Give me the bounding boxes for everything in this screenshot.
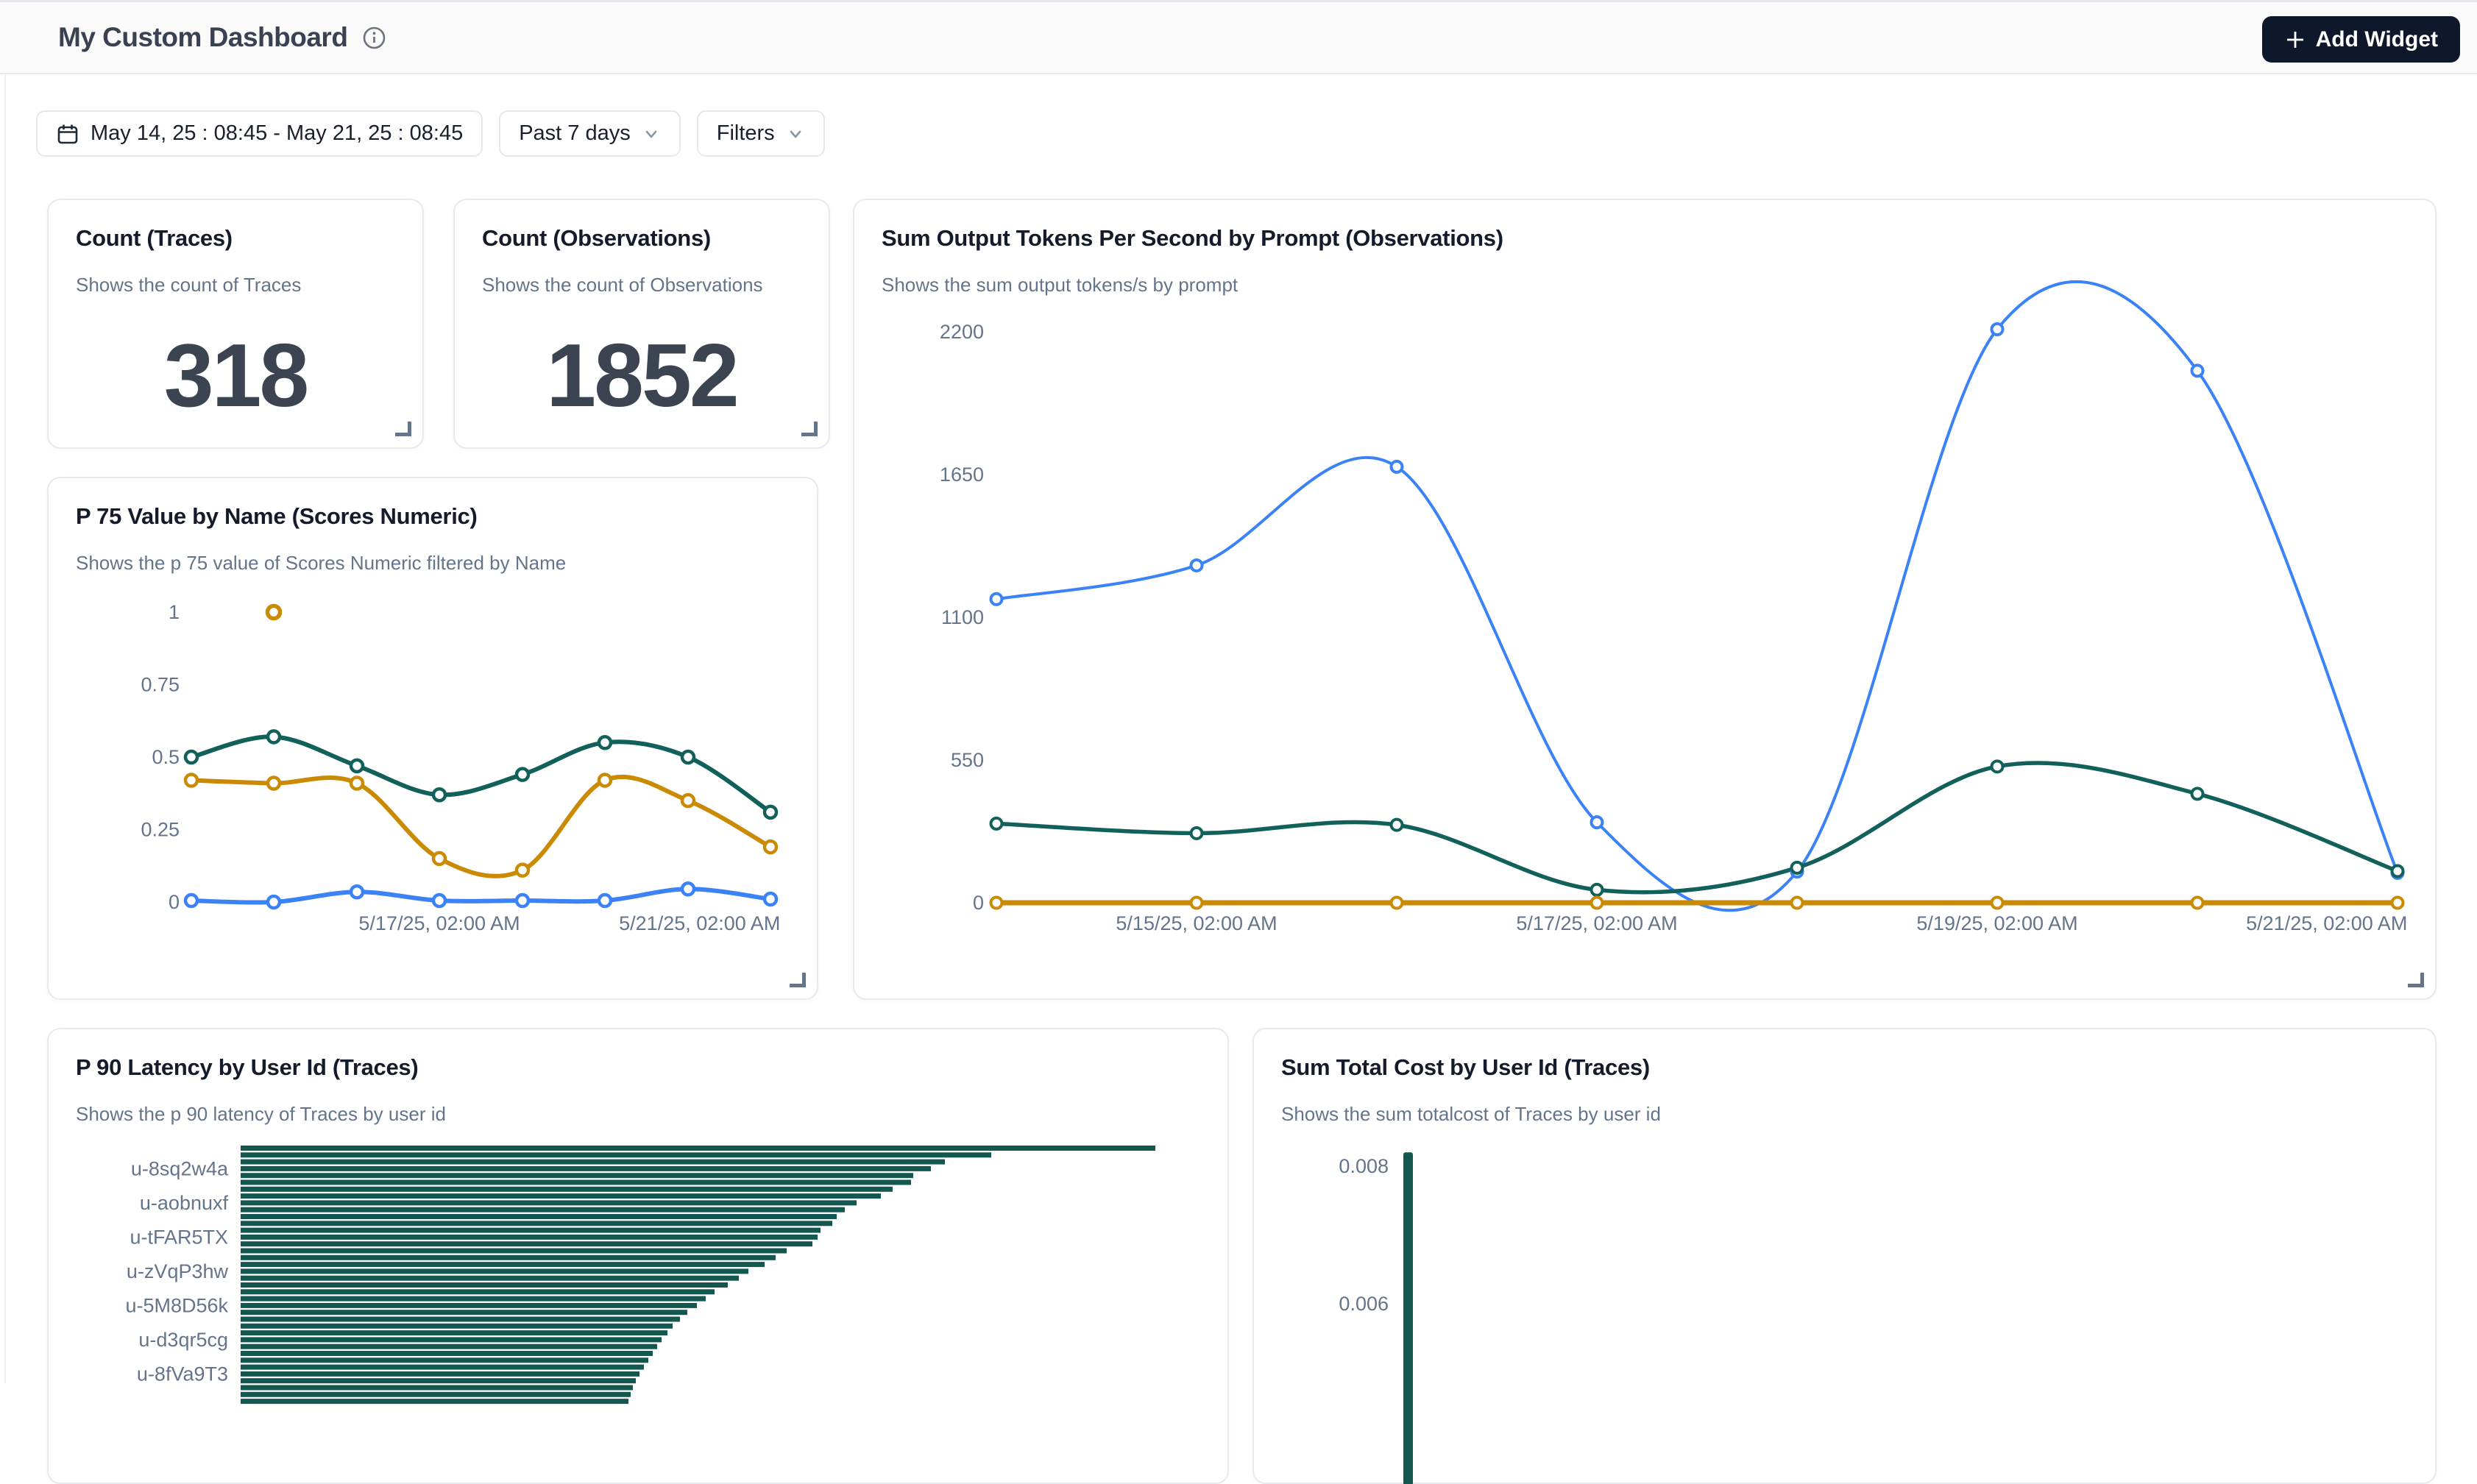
widget-title: P 75 Value by Name (Scores Numeric) [76, 503, 477, 530]
range-preset-dropdown[interactable]: Past 7 days [499, 110, 681, 157]
widget-title: Sum Total Cost by User Id (Traces) [1281, 1054, 1650, 1081]
chevron-down-icon [642, 124, 661, 143]
svg-text:550: 550 [951, 749, 984, 771]
svg-text:u-d3qr5cg: u-d3qr5cg [138, 1329, 228, 1351]
filter-bar: May 14, 25 : 08:45 - May 21, 25 : 08:45 … [36, 110, 825, 157]
resize-handle-icon[interactable] [801, 422, 818, 436]
widget-p90-latency: u-8sq2w4a u-aobnuxf u-tFAR5TX u-zVqP3hw u-5M… [47, 1028, 1229, 1484]
widget-p75-value: 0 0.25 0.5 0.75 1 5/17/25, 02:00 AM 5/21/25, 0… [47, 477, 818, 1000]
calendar-icon [56, 122, 79, 146]
svg-text:0.75: 0.75 [141, 674, 180, 696]
svg-text:0: 0 [169, 891, 180, 913]
svg-text:0.5: 0.5 [152, 746, 180, 768]
widget-count-traces: Count (Traces) Shows the count of Traces… [47, 199, 424, 449]
widget-subtitle: Shows the sum totalcost of Traces by use… [1281, 1103, 1661, 1126]
count-value: 1852 [455, 324, 829, 427]
svg-text:1: 1 [169, 601, 180, 623]
widget-subtitle: Shows the count of Observations [482, 274, 763, 297]
svg-text:u-tFAR5TX: u-tFAR5TX [130, 1226, 228, 1248]
widget-title: P 90 Latency by User Id (Traces) [76, 1054, 418, 1081]
tokens-line-chart: 0 550 1100 1650 2200 5/15/25, 02:00 AM 5/17/25… [854, 200, 2435, 998]
widget-subtitle: Shows the p 90 latency of Traces by user… [76, 1103, 446, 1126]
widget-count-observations: Count (Observations) Shows the count of … [453, 199, 830, 449]
cost-bar-chart: 0.008 0.006 [1254, 1029, 2435, 1483]
widget-subtitle: Shows the p 75 value of Scores Numeric f… [76, 552, 566, 575]
svg-text:1650: 1650 [940, 464, 984, 486]
page-header: My Custom Dashboard Add Widget [0, 0, 2477, 74]
p90-bar-chart: u-8sq2w4a u-aobnuxf u-tFAR5TX u-zVqP3hw u-5M… [49, 1029, 1227, 1483]
svg-text:5/21/25, 02:00 AM: 5/21/25, 02:00 AM [2246, 912, 2407, 934]
filters-dropdown[interactable]: Filters [697, 110, 825, 157]
range-preset-value: Past 7 days [519, 121, 631, 146]
filters-label: Filters [717, 121, 775, 146]
resize-handle-icon[interactable] [790, 973, 806, 987]
content-left-border [4, 74, 6, 1383]
widget-title: Count (Observations) [482, 225, 711, 252]
svg-text:u-8fVa9T3: u-8fVa9T3 [137, 1363, 228, 1385]
widget-subtitle: Shows the count of Traces [76, 274, 301, 297]
svg-text:2200: 2200 [940, 321, 984, 343]
add-widget-button[interactable]: Add Widget [2262, 16, 2460, 63]
resize-handle-icon[interactable] [2408, 973, 2424, 987]
widget-sum-total-cost: 0.008 0.006 Sum Total Cost by User Id (Tr… [1252, 1028, 2437, 1484]
svg-text:0.008: 0.008 [1339, 1155, 1389, 1177]
svg-text:5/21/25, 02:00 AM: 5/21/25, 02:00 AM [619, 912, 780, 934]
svg-text:u-zVqP3hw: u-zVqP3hw [127, 1260, 229, 1282]
add-widget-label: Add Widget [2316, 27, 2438, 52]
svg-text:5/19/25, 02:00 AM: 5/19/25, 02:00 AM [1916, 912, 2077, 934]
widget-tokens-per-second: 0 550 1100 1650 2200 5/15/25, 02:00 AM 5/17/25… [853, 199, 2437, 1000]
svg-text:u-5M8D56k: u-5M8D56k [125, 1294, 228, 1316]
widget-title: Count (Traces) [76, 225, 233, 252]
widget-title: Sum Output Tokens Per Second by Prompt (… [882, 225, 1503, 252]
svg-text:0.25: 0.25 [141, 819, 180, 841]
info-icon[interactable] [362, 26, 386, 50]
count-value: 318 [49, 324, 422, 427]
svg-text:0.006: 0.006 [1339, 1293, 1389, 1315]
svg-text:u-aobnuxf: u-aobnuxf [140, 1192, 229, 1214]
widget-subtitle: Shows the sum output tokens/s by prompt [882, 274, 1238, 297]
resize-handle-icon[interactable] [395, 422, 411, 436]
svg-text:0: 0 [973, 892, 984, 914]
svg-text:1100: 1100 [941, 606, 984, 628]
page-title: My Custom Dashboard [58, 22, 347, 53]
chevron-down-icon [786, 124, 805, 143]
svg-text:5/17/25, 02:00 AM: 5/17/25, 02:00 AM [358, 912, 520, 934]
svg-text:u-8sq2w4a: u-8sq2w4a [131, 1157, 229, 1179]
svg-text:5/17/25, 02:00 AM: 5/17/25, 02:00 AM [1516, 912, 1677, 934]
date-range-value: May 14, 25 : 08:45 - May 21, 25 : 08:45 [91, 121, 463, 146]
svg-text:5/15/25, 02:00 AM: 5/15/25, 02:00 AM [1116, 912, 1277, 934]
date-range-button[interactable]: May 14, 25 : 08:45 - May 21, 25 : 08:45 [36, 110, 483, 157]
plus-icon [2284, 29, 2306, 51]
